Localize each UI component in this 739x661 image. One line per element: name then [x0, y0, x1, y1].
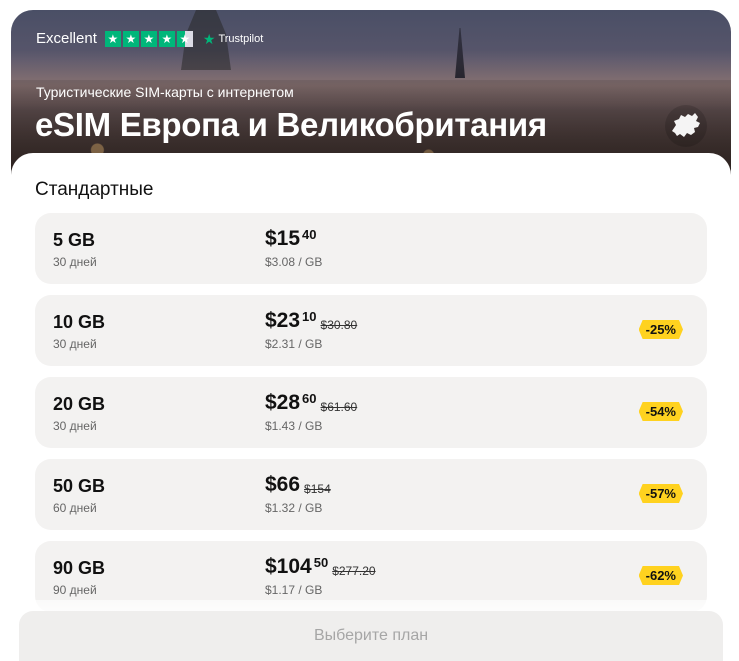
- choose-plan-button[interactable]: Выберите план: [19, 611, 723, 661]
- plan-data-amount: 20 GB: [53, 394, 106, 414]
- plan-price: $66 $154: [265, 473, 331, 497]
- price-per-gb: $1.17 / GB: [265, 583, 323, 597]
- plan-price: $15 40: [265, 227, 317, 251]
- price-per-gb: $2.31 / GB: [265, 337, 323, 351]
- star-icon: ★: [140, 30, 157, 47]
- star-icon: ★: [158, 30, 175, 47]
- plan-duration: 60 дней: [53, 501, 97, 515]
- plan-data-amount: 10 GB: [53, 312, 106, 332]
- page-subtitle: Туристические SIM-карты с интернетом: [36, 84, 294, 100]
- price-cents: 50: [313, 555, 329, 570]
- discount-badge: -62%: [639, 566, 683, 585]
- section-title: Стандартные: [35, 179, 154, 200]
- price-per-gb: $1.43 / GB: [265, 419, 323, 433]
- plan-card-50gb[interactable]: 50 GB 60 дней $66 $154 $1.32 / GB -57%: [35, 459, 707, 530]
- price-cents: 10: [302, 309, 317, 324]
- plan-price: $104 50 $277.20: [265, 555, 376, 579]
- plan-card-10gb[interactable]: 10 GB 30 дней $23 10 $30.80 $2.31 / GB -…: [35, 295, 707, 366]
- price-dollars: $66: [265, 473, 301, 496]
- trustpilot-logo: ★ Trustpilot: [203, 32, 263, 46]
- price-cents: 40: [302, 227, 317, 242]
- page-title: eSIM Европа и Великобритания: [35, 106, 547, 143]
- price-dollars: $15: [265, 227, 301, 250]
- trustpilot-label: Trustpilot: [218, 32, 264, 45]
- plan-data-amount: 50 GB: [53, 476, 106, 496]
- discount-badge: -25%: [639, 320, 683, 339]
- price-dollars: $28: [265, 391, 301, 414]
- price-old: $277.20: [332, 564, 376, 578]
- plan-duration: 30 дней: [53, 419, 97, 433]
- price-dollars: $23: [265, 309, 301, 332]
- plan-price: $23 10 $30.80: [265, 309, 357, 333]
- price-old: $154: [304, 482, 331, 496]
- plan-duration: 90 дней: [53, 583, 97, 597]
- plan-data-amount: 90 GB: [53, 558, 106, 578]
- europe-map-icon: [665, 105, 707, 147]
- price-per-gb: $3.08 / GB: [265, 255, 323, 269]
- half-star-icon: ★: [176, 30, 193, 47]
- discount-badge: -57%: [639, 484, 683, 503]
- trustpilot-rating[interactable]: Excellent ★ ★ ★ ★ ★ ★ Trustpilot: [36, 30, 263, 47]
- price-old: $61.60: [320, 400, 358, 414]
- trustpilot-star-icon: ★: [202, 30, 216, 47]
- rating-stars: ★ ★ ★ ★ ★: [104, 30, 193, 47]
- plans-panel: Стандартные 5 GB 30 дней $15 40 $3.08 / …: [11, 153, 731, 661]
- plan-duration: 30 дней: [53, 255, 97, 269]
- price-old: $30.80: [320, 318, 358, 332]
- plan-data-amount: 5 GB: [53, 230, 96, 250]
- star-icon: ★: [104, 30, 121, 47]
- plan-card-20gb[interactable]: 20 GB 30 дней $28 60 $61.60 $1.43 / GB -…: [35, 377, 707, 448]
- star-icon: ★: [122, 30, 139, 47]
- rating-label: Excellent: [36, 30, 97, 47]
- price-per-gb: $1.32 / GB: [265, 501, 323, 515]
- price-dollars: $104: [265, 555, 312, 578]
- discount-badge: -54%: [639, 402, 683, 421]
- plan-card-5gb[interactable]: 5 GB 30 дней $15 40 $3.08 / GB: [35, 213, 707, 284]
- plan-duration: 30 дней: [53, 337, 97, 351]
- plan-price: $28 60 $61.60: [265, 391, 357, 415]
- price-cents: 60: [302, 391, 317, 406]
